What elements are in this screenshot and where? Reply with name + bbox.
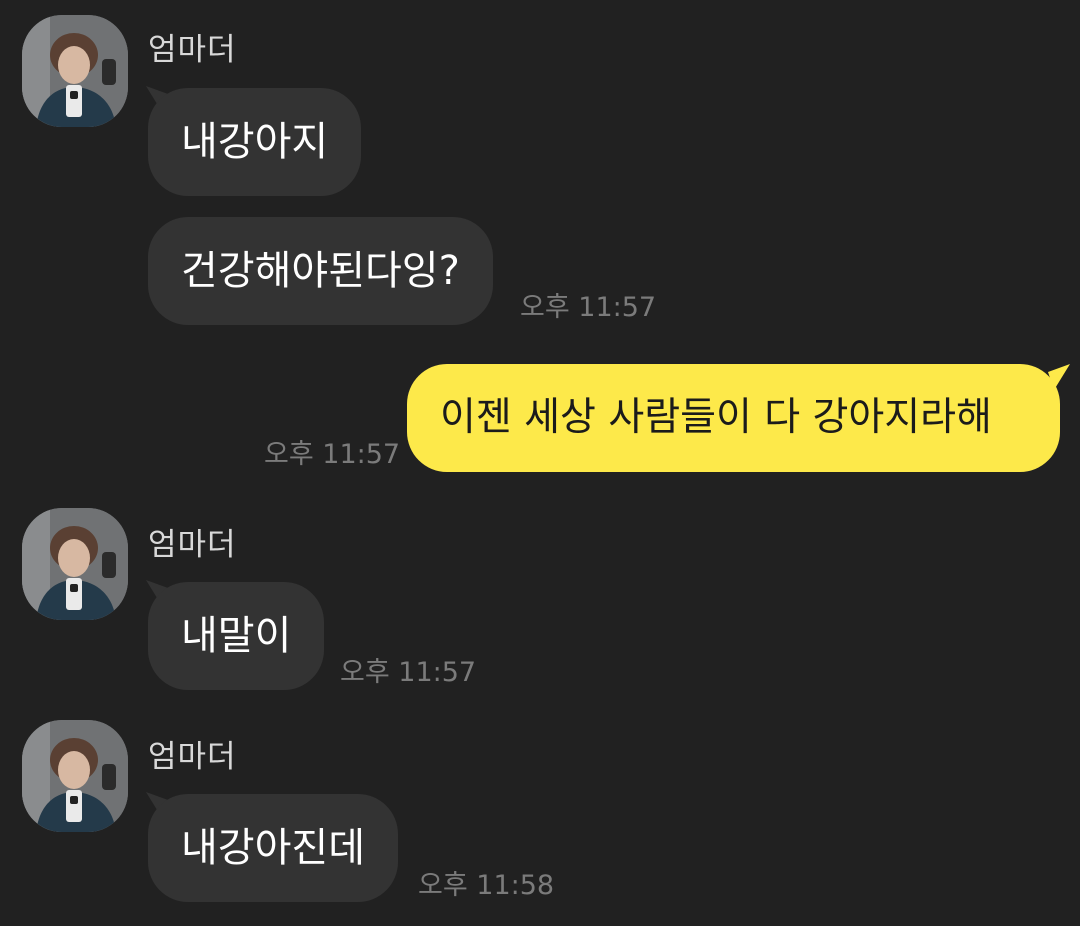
message-timestamp: 오후 11:57 xyxy=(264,439,401,470)
bubble-tail xyxy=(1048,364,1070,390)
message-bubble[interactable]: 건강해야된다잉? xyxy=(148,217,493,325)
message-text: 내강아진데 xyxy=(181,825,365,871)
sender-name: 엄마더 xyxy=(148,32,237,68)
avatar-photo-icon xyxy=(22,508,128,620)
chat-log: 엄마더 내강아지 건강해야된다잉? 오후 11:57 오후 11:57 이젠 세… xyxy=(0,0,1080,926)
message-bubble[interactable]: 내강아진데 xyxy=(148,794,398,902)
sender-name: 엄마더 xyxy=(148,739,237,775)
message-bubble[interactable]: 이젠 세상 사람들이 다 강아지라해 xyxy=(407,364,1060,472)
avatar-photo-icon xyxy=(22,15,128,127)
sender-avatar[interactable] xyxy=(22,720,128,832)
avatar-photo-icon xyxy=(22,720,128,832)
message-text: 이젠 세상 사람들이 다 강아지라해 xyxy=(440,395,992,440)
message-timestamp: 오후 11:58 xyxy=(418,870,555,901)
message-bubble[interactable]: 내말이 xyxy=(148,582,325,690)
message-text: 내강아지 xyxy=(181,119,329,165)
message-timestamp: 오후 11:57 xyxy=(340,657,477,688)
message-text: 내말이 xyxy=(181,613,292,659)
message-bubble[interactable]: 내강아지 xyxy=(148,88,362,196)
sender-avatar[interactable] xyxy=(22,508,128,620)
sender-name: 엄마더 xyxy=(148,527,237,563)
message-text: 건강해야된다잉? xyxy=(181,248,460,294)
sender-avatar[interactable] xyxy=(22,15,128,127)
message-timestamp: 오후 11:57 xyxy=(520,292,657,323)
